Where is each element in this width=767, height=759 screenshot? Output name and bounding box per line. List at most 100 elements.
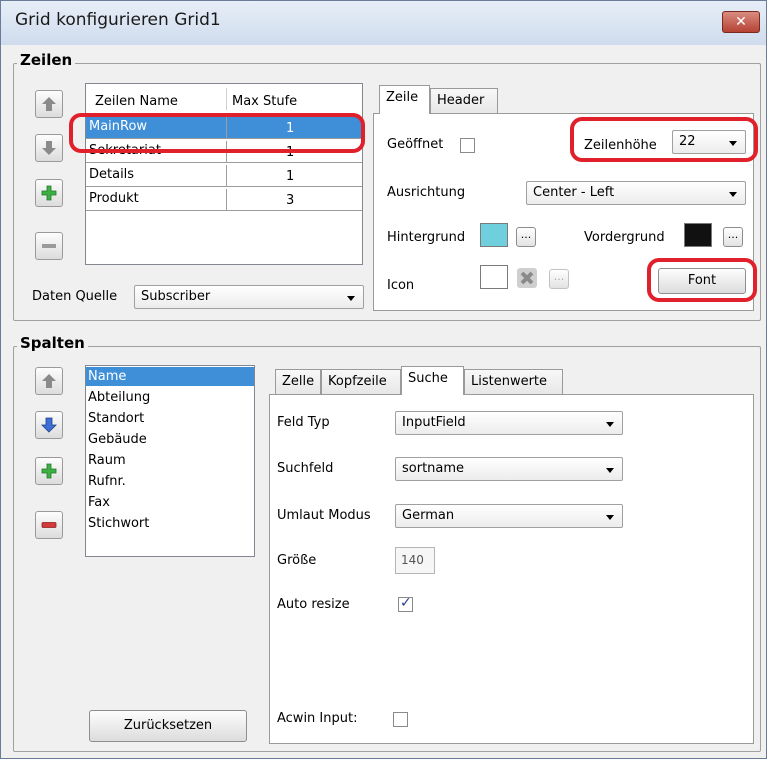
list-item[interactable]: Stichwort	[86, 514, 254, 533]
font-button[interactable]: Font	[658, 268, 746, 294]
table-row[interactable]: Sekretariat 1	[86, 141, 362, 163]
close-button[interactable]: ✕	[722, 11, 760, 33]
row-level-cell: 1	[286, 145, 295, 160]
row-divider	[226, 189, 227, 211]
remove-column-button[interactable]	[35, 511, 63, 539]
row-level-cell: 3	[286, 193, 295, 208]
list-item[interactable]: Fax	[86, 493, 254, 512]
reset-button[interactable]: Zurücksetzen	[89, 710, 247, 742]
tab-kopfzeile-label: Kopfzeile	[328, 374, 387, 389]
reset-button-label: Zurücksetzen	[123, 718, 213, 733]
plus-icon	[41, 463, 57, 479]
tab-zeile[interactable]: Zeile	[379, 85, 430, 114]
search-field-value: sortname	[402, 461, 465, 476]
row-divider	[226, 141, 227, 163]
table-row[interactable]: MainRow 1	[86, 117, 362, 139]
alignment-value: Center - Left	[533, 185, 615, 200]
columns-list[interactable]: Name Abteilung Standort Gebäude Raum Rufnr. Fa…	[85, 365, 255, 557]
columns-group-title: Spalten	[17, 334, 88, 352]
foreground-color-swatch[interactable]	[684, 223, 712, 247]
background-picker-button[interactable]: ...	[516, 227, 536, 247]
auto-resize-label: Auto resize	[277, 597, 350, 612]
move-column-up-button[interactable]	[35, 367, 63, 395]
search-field-select[interactable]: sortname	[395, 457, 623, 481]
add-row-button[interactable]	[35, 179, 63, 207]
grid-config-dialog: Grid konfigurieren Grid1 ✕ Zeilen Zeilen…	[0, 0, 767, 759]
plus-icon	[41, 185, 57, 201]
remove-row-button[interactable]	[35, 232, 63, 260]
opened-checkbox[interactable]	[460, 138, 475, 153]
icon-picker-button[interactable]: ...	[549, 269, 569, 289]
tab-suche[interactable]: Suche	[401, 366, 464, 395]
tab-kopfzeile[interactable]: Kopfzeile	[321, 369, 401, 395]
chevron-down-icon	[729, 192, 737, 197]
close-icon: ✕	[735, 14, 747, 30]
row-level-cell: 1	[286, 169, 295, 184]
size-label: Größe	[277, 553, 317, 568]
tab-zelle[interactable]: Zelle	[275, 369, 321, 395]
foreground-label: Vordergrund	[584, 230, 665, 245]
table-row[interactable]: Details 1	[86, 165, 362, 187]
icon-preview[interactable]	[480, 265, 508, 289]
datasource-value: Subscriber	[141, 289, 211, 304]
row-height-select[interactable]: 22	[672, 130, 746, 154]
list-item[interactable]: Standort	[86, 409, 254, 428]
alignment-select[interactable]: Center - Left	[526, 181, 746, 205]
icon-label: Icon	[387, 278, 415, 293]
minus-icon	[42, 244, 56, 248]
row-name-cell: Details	[89, 167, 135, 182]
arrow-down-icon	[42, 141, 56, 155]
row-height-value: 22	[679, 134, 696, 149]
list-item[interactable]: Name	[86, 367, 254, 386]
background-label: Hintergrund	[387, 230, 466, 245]
auto-resize-checkbox[interactable]	[398, 595, 413, 612]
minus-icon	[41, 522, 57, 528]
arrow-down-icon	[41, 417, 57, 433]
opened-label: Geöffnet	[387, 137, 444, 152]
field-type-label: Feld Typ	[277, 415, 330, 430]
tab-header-label: Header	[437, 93, 485, 108]
move-row-down-button[interactable]	[35, 134, 63, 162]
close-icon	[517, 268, 537, 288]
column-header-max-level[interactable]: Max Stufe	[232, 94, 297, 109]
row-name-cell: Produkt	[89, 191, 139, 206]
list-item[interactable]: Rufnr.	[86, 472, 254, 491]
acwin-input-checkbox[interactable]	[393, 712, 408, 727]
move-column-down-button[interactable]	[35, 411, 63, 439]
tab-listenwerte[interactable]: Listenwerte	[464, 369, 563, 395]
chevron-down-icon	[347, 296, 355, 301]
title-bar: Grid konfigurieren Grid1 ✕	[1, 1, 766, 45]
header-divider	[226, 88, 227, 110]
umlaut-mode-value: German	[402, 508, 455, 523]
font-button-label: Font	[687, 273, 717, 288]
umlaut-mode-select[interactable]: German	[395, 504, 623, 528]
row-name-cell: MainRow	[89, 119, 148, 134]
tab-zeile-label: Zeile	[386, 90, 419, 105]
tab-suche-label: Suche	[408, 371, 448, 386]
column-header-row-name[interactable]: Zeilen Name	[95, 94, 178, 109]
arrow-up-icon	[42, 97, 56, 111]
tab-header[interactable]: Header	[430, 88, 498, 114]
background-color-swatch[interactable]	[480, 223, 508, 247]
table-row[interactable]: Produkt 3	[86, 189, 362, 211]
alignment-label: Ausrichtung	[387, 185, 466, 200]
datasource-select[interactable]: Subscriber	[134, 285, 364, 309]
size-input[interactable]: 140	[395, 547, 435, 574]
row-height-label: Zeilenhöhe	[584, 138, 657, 153]
list-item[interactable]: Abteilung	[86, 388, 254, 407]
clear-icon-button[interactable]	[516, 267, 538, 289]
field-type-select[interactable]: InputField	[395, 411, 623, 435]
row-divider	[226, 165, 227, 187]
list-item[interactable]: Raum	[86, 451, 254, 470]
field-type-value: InputField	[402, 415, 466, 430]
column-search-panel	[269, 394, 754, 744]
list-item[interactable]: Gebäude	[86, 430, 254, 449]
row-name-cell: Sekretariat	[89, 143, 161, 158]
foreground-picker-button[interactable]: ...	[723, 227, 743, 247]
rows-grid[interactable]: Zeilen Name Max Stufe MainRow 1 Sekretaria…	[85, 83, 363, 265]
move-row-up-button[interactable]	[35, 90, 63, 118]
add-column-button[interactable]	[35, 457, 63, 485]
rows-group-title: Zeilen	[17, 51, 76, 69]
chevron-down-icon	[606, 468, 614, 473]
chevron-down-icon	[729, 141, 737, 146]
